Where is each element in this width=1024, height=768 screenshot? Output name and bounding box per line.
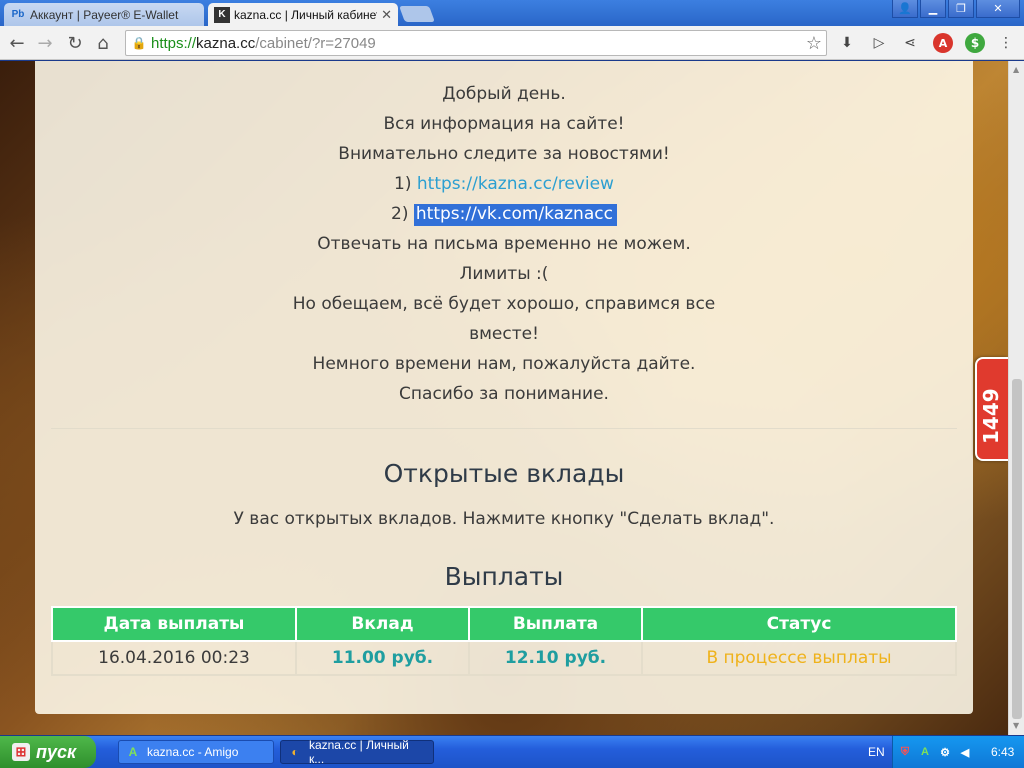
patience-text: Немного времени нам, пожалуйста дайте. [312, 354, 696, 374]
payeer-favicon-icon: Pb [11, 9, 25, 20]
back-arrow-icon[interactable]: ← [6, 32, 28, 54]
browser-tab-strip: Pb Аккаунт | Payeer® E-Wallet K kazna.cc… [0, 0, 1024, 26]
scroll-up-arrow-icon[interactable]: ▲ [1013, 65, 1019, 74]
col-status: Статус [641, 606, 957, 642]
promise-text: Но обещаем, всё будет хорошо, справимся … [292, 294, 716, 314]
thanks-text: Спасибо за понимание. [399, 384, 609, 404]
link-line-1: 1) https://kazna.cc/review [394, 174, 614, 194]
open-deposits-heading: Открытые вклады [383, 459, 625, 488]
address-url: https://kazna.cc/cabinet/?r=27049 [151, 34, 376, 52]
taskbar-item-amigo[interactable]: A kazna.cc - Amigo [118, 740, 274, 764]
minimize-icon[interactable]: ▁ [920, 0, 946, 18]
vertical-scrollbar[interactable]: ▲ ▼ [1008, 61, 1024, 735]
side-counter-badge[interactable]: 1449 [975, 357, 1008, 461]
col-payout-date: Дата выплаты [51, 606, 297, 642]
share-icon[interactable]: ⋖ [900, 33, 920, 53]
table-header-row: Дата выплаты Вклад Выплата Статус [51, 606, 957, 642]
profile-icon[interactable]: 👤 [892, 0, 918, 18]
browser-toolbar: ← → ↻ ⌂ 🔒 https://kazna.cc/cabinet/?r=27… [0, 26, 1024, 60]
scrollbar-thumb[interactable] [1012, 379, 1022, 719]
adblock-icon[interactable]: A [933, 33, 953, 53]
antivirus-icon[interactable]: ⛨ [897, 744, 913, 760]
clock[interactable]: 6:43 [991, 745, 1014, 759]
new-tab-button[interactable] [399, 6, 435, 22]
menu-icon[interactable]: ⋮ [996, 33, 1016, 53]
content-panel: Добрый день. Вся информация на сайте! Вн… [35, 61, 973, 714]
vk-link[interactable]: https://vk.com/kaznacc [413, 204, 617, 226]
start-button[interactable]: ⊞ пуск [0, 736, 96, 768]
tab-kazna[interactable]: K kazna.cc | Личный кабинет ✕ [208, 3, 398, 26]
payouts-table: Дата выплаты Вклад Выплата Статус 16.04.… [51, 606, 957, 676]
forward-arrow-icon[interactable]: → [34, 32, 56, 54]
info-text: Вся информация на сайте! [383, 114, 625, 134]
review-link[interactable]: https://kazna.cc/review [417, 174, 614, 194]
col-payout: Выплата [468, 606, 643, 642]
network-icon[interactable]: ⚙ [937, 744, 953, 760]
star-icon[interactable]: ☆ [806, 33, 822, 54]
reload-icon[interactable]: ↻ [64, 32, 86, 54]
play-icon[interactable]: ▷ [869, 33, 889, 53]
col-deposit: Вклад [295, 606, 470, 642]
promise-text-cont: вместе! [469, 324, 539, 344]
window-controls: 👤 ▁ ❐ ✕ [892, 0, 1020, 18]
restore-icon[interactable]: ❐ [948, 0, 974, 18]
divider [51, 428, 957, 429]
payout-amount-cell: 12.10 руб. [468, 640, 643, 676]
table-row: 16.04.2016 00:23 11.00 руб. 12.10 руб. В… [51, 640, 957, 676]
link-line-2: 2) https://vk.com/kaznacc [35, 204, 973, 226]
address-bar[interactable]: 🔒 https://kazna.cc/cabinet/?r=27049 ☆ [125, 30, 827, 56]
no-reply-text: Отвечать на письма временно не можем. [317, 234, 691, 254]
limits-text: Лимиты :( [459, 264, 549, 284]
kazna-favicon-icon: K [214, 6, 230, 23]
badge-count: 1449 [979, 388, 1003, 444]
open-deposits-text: У вас открытых вкладов. Нажмите кнопку "… [233, 509, 775, 529]
taskbar: ⊞ пуск A kazna.cc - Amigo ◐ kazna.cc | Л… [0, 736, 1024, 768]
download-icon[interactable]: ⬇ [837, 33, 857, 53]
greeting-text: Добрый день. [442, 84, 566, 104]
browser-icon: ◐ [291, 745, 299, 759]
dollar-extension-icon[interactable]: $ [965, 33, 985, 53]
amigo-icon: A [128, 745, 138, 759]
tab-title: Аккаунт | Payeer® E-Wallet [30, 7, 179, 22]
tab-title: kazna.cc | Личный кабинет [234, 7, 378, 22]
windows-flag-icon: ⊞ [12, 743, 30, 761]
volume-icon[interactable]: ◀ [957, 744, 973, 760]
taskbar-item-kazna[interactable]: ◐ kazna.cc | Личный к... [280, 738, 434, 766]
close-window-icon[interactable]: ✕ [976, 0, 1020, 18]
news-text: Внимательно следите за новостями! [338, 144, 670, 164]
page-viewport: Добрый день. Вся информация на сайте! Вн… [0, 61, 1008, 735]
amigo-tray-icon[interactable]: A [917, 744, 933, 760]
system-tray: ⛨ A ⚙ ◀ 6:43 [892, 736, 1024, 768]
tab-payeer[interactable]: Pb Аккаунт | Payeer® E-Wallet [4, 3, 204, 26]
tab-close-icon[interactable]: ✕ [381, 7, 392, 23]
home-icon[interactable]: ⌂ [92, 32, 114, 54]
scroll-down-arrow-icon[interactable]: ▼ [1013, 721, 1019, 730]
language-indicator[interactable]: EN [868, 745, 885, 759]
lock-icon: 🔒 [131, 36, 147, 50]
status-cell: В процессе выплаты [641, 640, 957, 676]
deposit-amount-cell: 11.00 руб. [295, 640, 470, 676]
payouts-heading: Выплаты [444, 562, 564, 591]
payout-date-cell: 16.04.2016 00:23 [51, 640, 297, 676]
